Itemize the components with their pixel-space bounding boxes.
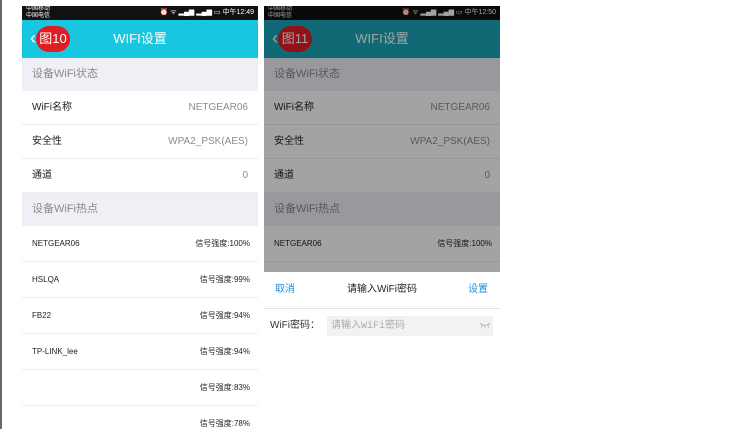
hotspot-signal: 信号强度:99% — [199, 275, 250, 284]
status-right: ⏰ ᯤ ▂▄▆ ▂▄▆ ▭ 中午12:49 — [160, 9, 254, 17]
hotspot-signal: 信号强度:100% — [437, 239, 492, 248]
row-wifi-name[interactable]: WiFi名称 NETGEAR06 — [22, 91, 258, 125]
carrier-label: 中国移动 中国电信 — [268, 6, 328, 20]
carrier-label: 中国移动 中国电信 — [26, 6, 86, 20]
hotspot-item[interactable]: FB22 信号强度:94% — [22, 298, 258, 334]
title-bar: ‹ 图11 WIFI设置 — [264, 20, 500, 58]
title-bar: ‹ 图10 WIFI设置 — [22, 20, 258, 58]
settings-list: 设备WiFi状态 WiFi名称 NETGEAR06 安全性 WPA2_PSK(A… — [22, 58, 258, 429]
row-label: 安全性 — [32, 136, 62, 147]
row-value: WPA2_PSK(AES) — [410, 136, 490, 147]
hotspot-signal: 信号强度:94% — [199, 311, 250, 320]
status-right: ⏰ ᯤ ▂▄▆ ▂▄▆ ▭ 中午12:50 — [402, 9, 496, 17]
status-time: 中午12:50 — [464, 9, 496, 16]
page-title: WIFI设置 — [113, 31, 167, 46]
eye-closed-icon[interactable] — [479, 321, 491, 329]
hotspot-item[interactable]: TP-LINK_lee 信号强度:94% — [22, 334, 258, 370]
phone-screen-1: 中国移动 中国电信 ⏰ ᯤ ▂▄▆ ▂▄▆ ▭ 中午12:49 ‹ 图10 WI… — [22, 6, 258, 429]
row-label: 通道 — [32, 170, 52, 181]
row-channel[interactable]: 通道 0 — [22, 159, 258, 193]
hotspot-item[interactable]: 信号强度:78% — [22, 406, 258, 429]
carrier-line-2: 中国电信 — [268, 13, 293, 19]
hotspot-signal: 信号强度:100% — [195, 239, 250, 248]
row-label: 安全性 — [274, 136, 304, 147]
hotspot-item[interactable]: HSLQA 信号强度:99% — [22, 262, 258, 298]
row-value: NETGEAR06 — [188, 102, 248, 113]
section-header-status: 设备WiFi状态 — [264, 58, 500, 91]
row-wifi-name: WiFi名称 NETGEAR06 — [264, 91, 500, 125]
hotspot-name: NETGEAR06 — [274, 239, 322, 248]
hotspot-signal: 信号强度:83% — [199, 383, 250, 392]
dialog-title: 请输入WiFi密码 — [347, 284, 417, 295]
row-value: WPA2_PSK(AES) — [168, 136, 248, 147]
section-header-status: 设备WiFi状态 — [22, 58, 258, 91]
phone-screen-2: 中国移动 中国电信 ⏰ ᯤ ▂▄▆ ▂▄▆ ▭ 中午12:50 ‹ 图11 WI… — [264, 6, 500, 429]
hotspot-item: NETGEAR06 信号强度:100% — [264, 226, 500, 262]
section-header-hotspots: 设备WiFi热点 — [22, 193, 258, 226]
row-label: WiFi名称 — [274, 102, 314, 113]
row-value: 0 — [242, 170, 248, 181]
row-channel: 通道 0 — [264, 159, 500, 193]
password-row: WiFi密码： — [264, 311, 500, 341]
carrier-line-2: 中国电信 — [26, 13, 51, 19]
hotspot-name: TP-LINK_lee — [32, 347, 78, 356]
dialog-header: 取消 请输入WiFi密码 设置 — [264, 272, 500, 309]
hotspot-name: FB22 — [32, 311, 52, 320]
carrier-line-1: 中国移动 — [268, 6, 293, 12]
password-dialog: 取消 请输入WiFi密码 设置 WiFi密码： — [264, 272, 500, 429]
status-time: 中午12:49 — [222, 9, 254, 16]
status-icons: ⏰ ᯤ ▂▄▆ ▂▄▆ ▭ — [401, 9, 465, 16]
row-security[interactable]: 安全性 WPA2_PSK(AES) — [22, 125, 258, 159]
hotspot-name: NETGEAR06 — [32, 239, 80, 248]
row-label: WiFi名称 — [32, 102, 72, 113]
hotspot-signal: 信号强度:78% — [199, 419, 250, 428]
page-border — [0, 0, 2, 429]
page-title: WIFI设置 — [355, 31, 409, 46]
hotspot-signal: 信号强度:94% — [199, 347, 250, 356]
status-bar: 中国移动 中国电信 ⏰ ᯤ ▂▄▆ ▂▄▆ ▭ 中午12:50 — [264, 6, 500, 20]
password-label: WiFi密码： — [270, 320, 320, 331]
row-value: 0 — [484, 170, 490, 181]
carrier-line-1: 中国移动 — [26, 6, 51, 12]
hotspot-name: HSLQA — [32, 275, 60, 284]
hotspot-item[interactable]: NETGEAR06 信号强度:100% — [22, 226, 258, 262]
hotspot-item[interactable]: 信号强度:83% — [22, 370, 258, 406]
section-header-hotspots: 设备WiFi热点 — [264, 193, 500, 226]
status-bar: 中国移动 中国电信 ⏰ ᯤ ▂▄▆ ▂▄▆ ▭ 中午12:49 — [22, 6, 258, 20]
set-button[interactable]: 设置 — [468, 272, 488, 308]
row-security: 安全性 WPA2_PSK(AES) — [264, 125, 500, 159]
status-icons: ⏰ ᯤ ▂▄▆ ▂▄▆ ▭ — [159, 9, 223, 16]
row-value: NETGEAR06 — [430, 102, 490, 113]
row-label: 通道 — [274, 170, 294, 181]
password-input[interactable] — [327, 316, 493, 336]
